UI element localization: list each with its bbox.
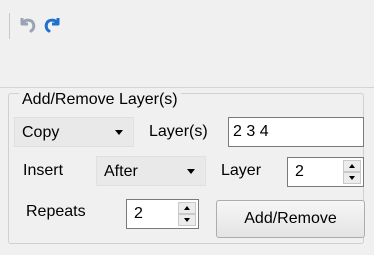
repeats-stepper-value: 2: [134, 205, 143, 222]
repeats-stepper[interactable]: 2: [126, 199, 199, 229]
insert-position-value: After: [104, 163, 138, 180]
layer-stepper-buttons: [343, 160, 361, 184]
mode-dropdown-value: Copy: [22, 124, 60, 141]
undo-icon[interactable]: [14, 11, 40, 37]
chevron-down-icon: [187, 169, 195, 174]
stepper-up-icon[interactable]: [343, 160, 361, 172]
insert-position-dropdown[interactable]: After: [96, 156, 206, 186]
layers-input[interactable]: 2 3 4: [228, 117, 364, 147]
layer-stepper[interactable]: 2: [287, 157, 364, 187]
repeats-stepper-buttons: [178, 202, 196, 226]
layer-stepper-value: 2: [295, 163, 304, 180]
add-remove-button[interactable]: Add/Remove: [216, 200, 365, 238]
stepper-up-icon[interactable]: [178, 202, 196, 214]
layers-label: Layer(s): [149, 123, 208, 140]
stepper-down-icon[interactable]: [178, 214, 196, 226]
redo-icon[interactable]: [40, 11, 66, 37]
chevron-down-icon: [115, 130, 123, 135]
layers-input-value: 2 3 4: [233, 123, 269, 140]
toolbar: [0, 0, 374, 88]
repeats-label: Repeats: [26, 203, 86, 220]
toolbar-separator: [9, 13, 10, 39]
layer-label: Layer: [221, 162, 262, 179]
stepper-down-icon[interactable]: [343, 172, 361, 184]
insert-label: Insert: [23, 162, 64, 179]
mode-dropdown[interactable]: Copy: [14, 117, 134, 147]
group-legend: Add/Remove Layer(s): [19, 90, 181, 110]
